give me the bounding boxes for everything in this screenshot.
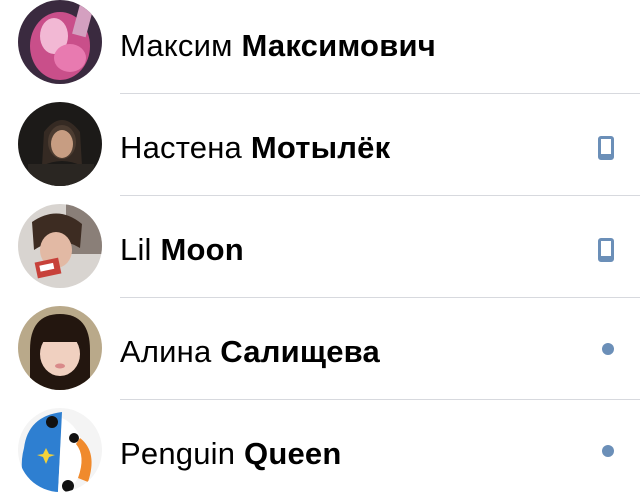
contact-row[interactable]: Настена Мотылёк	[0, 94, 640, 196]
online-dot-icon	[602, 343, 614, 355]
contact-last-name: Мотылёк	[250, 130, 391, 165]
contact-name: Алина Салищева	[120, 334, 380, 370]
avatar[interactable]	[18, 306, 102, 390]
contact-name: Максим Максимович	[120, 28, 436, 64]
contact-row[interactable]: Алина Салищева	[0, 298, 640, 400]
contact-first-name: Penguin	[120, 436, 236, 471]
contact-first-name: Максим	[120, 28, 233, 63]
contact-first-name: Алина	[120, 334, 212, 369]
contact-name: Penguin Queen	[120, 436, 341, 472]
avatar[interactable]	[18, 408, 102, 492]
mobile-phone-icon	[598, 238, 614, 262]
avatar[interactable]	[18, 0, 102, 84]
contact-name: Настена Мотылёк	[120, 130, 390, 166]
contact-name: Lil Moon	[120, 232, 244, 268]
contact-last-name: Moon	[160, 232, 244, 267]
contact-last-name: Queen	[244, 436, 342, 471]
online-dot-icon	[602, 445, 614, 457]
contact-first-name: Lil	[120, 232, 152, 267]
contacts-list: Максим Максимович Настена Мотылёк Lil Mo…	[0, 0, 640, 493]
avatar[interactable]	[18, 204, 102, 288]
contact-row[interactable]: Lil Moon	[0, 196, 640, 298]
contact-last-name: Салищева	[220, 334, 380, 369]
contact-row[interactable]: Penguin Queen	[0, 400, 640, 502]
mobile-phone-icon	[598, 136, 614, 160]
contact-first-name: Настена	[120, 130, 242, 165]
contact-row[interactable]: Максим Максимович	[0, 0, 640, 94]
contact-last-name: Максимович	[241, 28, 436, 63]
avatar[interactable]	[18, 102, 102, 186]
